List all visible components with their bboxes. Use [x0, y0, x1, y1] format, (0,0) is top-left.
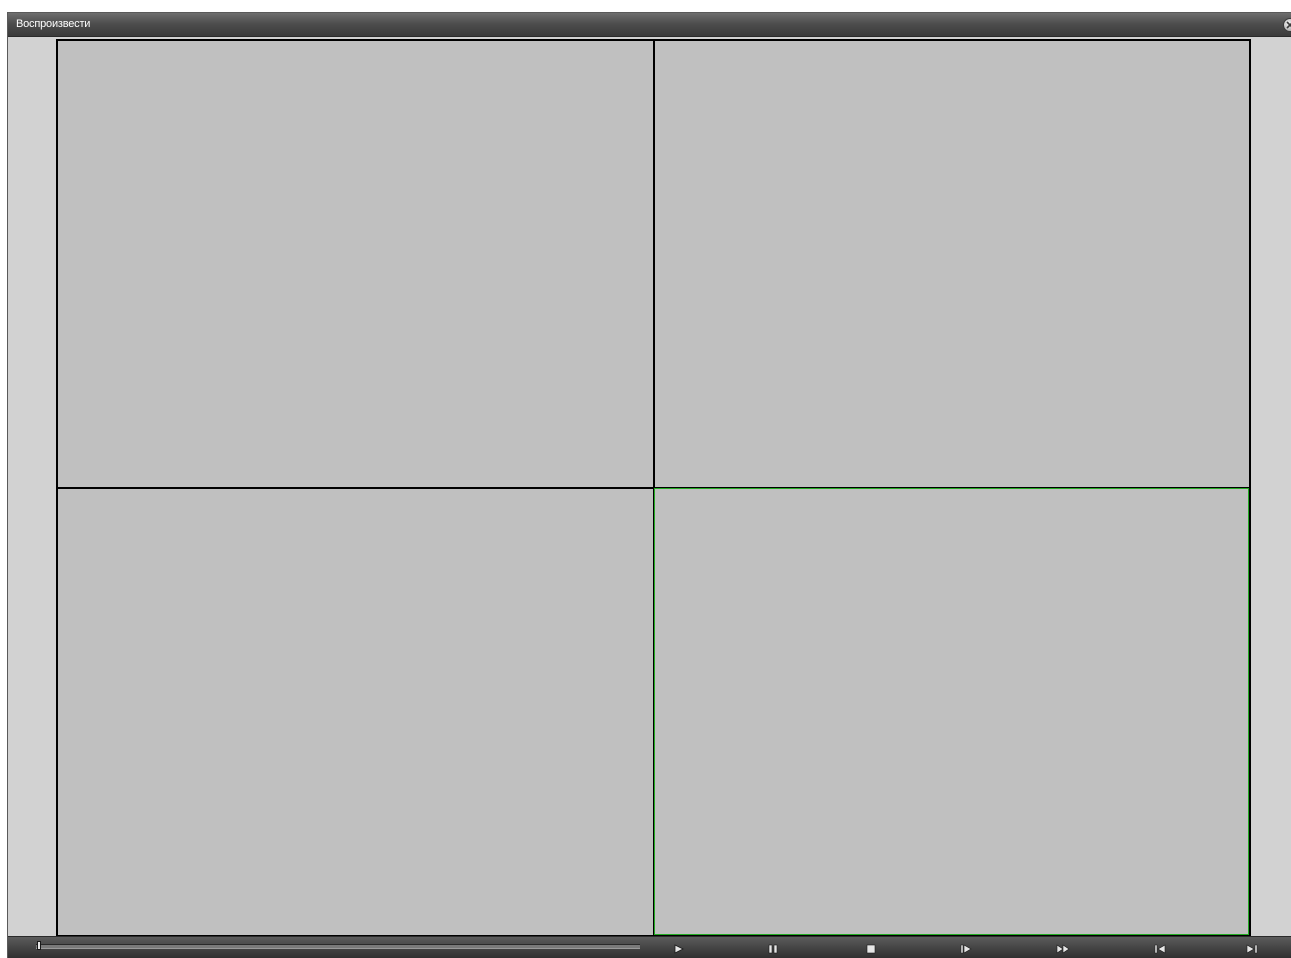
video-grid	[56, 39, 1251, 937]
fast-forward-button[interactable]	[1055, 943, 1071, 955]
pause-icon	[768, 944, 778, 954]
step-forward-icon	[960, 944, 972, 954]
stop-button[interactable]	[863, 943, 879, 955]
progress-slider[interactable]	[36, 944, 640, 949]
fast-forward-icon	[1056, 944, 1070, 954]
window-title: Воспроизвести	[16, 18, 91, 30]
stop-icon	[866, 944, 876, 954]
next-button[interactable]	[1244, 943, 1260, 955]
title-bar[interactable]: Воспроизвести	[8, 13, 1291, 37]
previous-button[interactable]	[1152, 943, 1168, 955]
play-icon	[674, 944, 684, 954]
playback-window: Воспроизвести	[7, 12, 1291, 958]
step-forward-button[interactable]	[958, 943, 974, 955]
video-cell-2[interactable]	[654, 41, 1249, 488]
video-cell-1[interactable]	[58, 41, 654, 488]
skip-back-icon	[1154, 944, 1166, 954]
playback-control-bar	[8, 936, 1291, 958]
video-cell-4-selected[interactable]	[654, 488, 1249, 935]
pause-button[interactable]	[765, 943, 781, 955]
progress-handle[interactable]	[37, 941, 41, 950]
video-cell-3[interactable]	[58, 488, 654, 935]
close-icon	[1286, 21, 1291, 29]
play-button[interactable]	[671, 943, 687, 955]
skip-forward-icon	[1246, 944, 1258, 954]
close-button[interactable]	[1283, 18, 1291, 32]
